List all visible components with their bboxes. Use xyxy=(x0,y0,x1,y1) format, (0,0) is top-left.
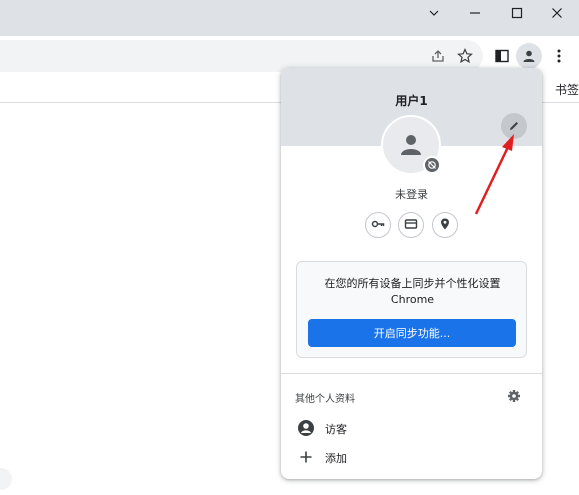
person-icon xyxy=(401,135,421,155)
profile-popup: 用户1 未登录 在您的所有设备上同步并个性化设置 Chrome 开启同步功能..… xyxy=(281,68,542,479)
addresses-button[interactable] xyxy=(432,212,458,238)
payment-methods-button[interactable] xyxy=(398,212,424,238)
title-bar xyxy=(0,0,579,36)
add-profile-row[interactable]: 添加 xyxy=(281,443,542,471)
close-icon[interactable] xyxy=(534,0,579,26)
star-icon[interactable] xyxy=(452,43,478,69)
share-icon[interactable] xyxy=(425,43,451,69)
chevron-down-icon[interactable] xyxy=(411,0,457,26)
turn-on-sync-button[interactable]: 开启同步功能... xyxy=(308,319,516,347)
edit-profile-button[interactable] xyxy=(501,113,527,139)
key-icon xyxy=(371,216,385,235)
bookmarks-label[interactable]: 书签 xyxy=(555,81,579,98)
minimize-icon[interactable] xyxy=(452,0,498,26)
sync-promo-text: 在您的所有设备上同步并个性化设置 xyxy=(324,277,501,290)
page-fragment xyxy=(0,468,12,490)
passwords-button[interactable] xyxy=(365,212,391,238)
credit-card-icon xyxy=(404,216,418,235)
guest-profile-row[interactable]: 访客 xyxy=(281,414,542,442)
divider xyxy=(281,373,542,374)
other-profiles-label: 其他个人资料 xyxy=(295,394,355,405)
gear-icon[interactable] xyxy=(506,388,522,404)
profile-name: 用户1 xyxy=(395,94,428,108)
add-profile-label: 添加 xyxy=(325,452,347,465)
guest-profile-label: 访客 xyxy=(325,423,347,436)
account-circle-icon xyxy=(296,418,316,438)
sync-promo-card: 在您的所有设备上同步并个性化设置 Chrome 开启同步功能... xyxy=(296,261,527,358)
plus-icon xyxy=(296,447,316,467)
sync-off-icon xyxy=(423,156,441,174)
more-vert-icon[interactable] xyxy=(546,43,572,69)
pencil-icon xyxy=(508,117,520,136)
sync-promo-product: Chrome xyxy=(390,293,435,306)
sign-in-status: 未登录 xyxy=(395,188,428,201)
profile-icon[interactable] xyxy=(516,43,542,69)
location-pin-icon xyxy=(438,216,452,235)
side-panel-icon[interactable] xyxy=(489,43,515,69)
